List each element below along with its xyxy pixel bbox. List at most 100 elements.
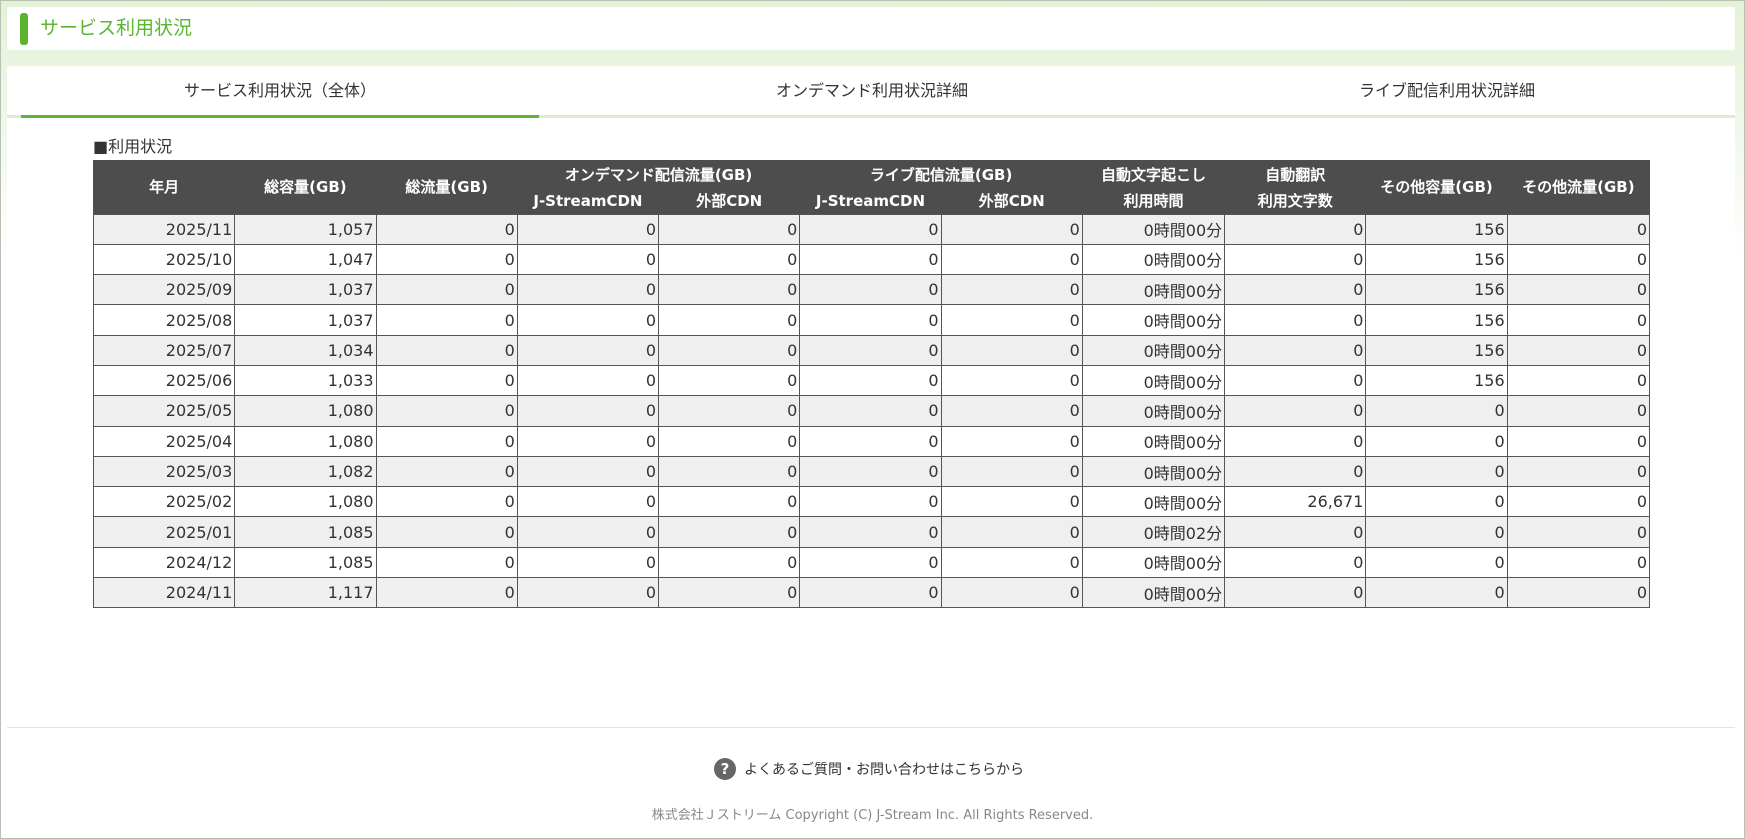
- table-cell: 0: [799, 577, 942, 609]
- table-cell: 0: [1365, 455, 1508, 488]
- table-cell: 0: [940, 425, 1083, 457]
- table-cell: 0時間00分: [1081, 364, 1226, 397]
- table-row: 2025/07 1,034 0 0 0 0 0 0時間00分 0 156 0: [92, 334, 1651, 366]
- table-cell: 0: [658, 546, 801, 579]
- table-cell: 0時間02分: [1081, 516, 1226, 548]
- table-row: 2025/05 1,080 0 0 0 0 0 0時間00分 0 0 0: [92, 395, 1651, 427]
- table-cell: 0: [799, 546, 942, 579]
- table-cell: 0: [1224, 395, 1367, 427]
- usage-table-body: 2025/11 1,057 0 0 0 0 0 0時間00分 0 156 0 2025/10 1,047…: [92, 213, 1651, 609]
- table-row: 2025/01 1,085 0 0 0 0 0 0時間02分 0 0 0: [92, 516, 1651, 548]
- table-cell: 0: [375, 304, 518, 336]
- table-cell: 0: [940, 455, 1083, 488]
- section-label: ■利用状況: [93, 137, 173, 156]
- tab-live-usage-detail[interactable]: ライブ配信利用状況詳細: [1177, 66, 1717, 118]
- table-cell: 0: [940, 213, 1083, 245]
- table-cell: 0時間00分: [1081, 425, 1226, 457]
- table-cell: 0: [375, 213, 518, 245]
- table-cell: 1,080: [234, 395, 377, 427]
- table-cell: 0: [1506, 395, 1651, 427]
- table-cell: 0: [516, 546, 660, 579]
- table-cell: 0: [1506, 546, 1651, 579]
- table-cell: 0: [799, 425, 942, 457]
- table-cell: 0: [658, 395, 801, 427]
- table-cell: 0: [1224, 455, 1367, 488]
- table-cell: 1,033: [234, 364, 377, 397]
- table-cell: 1,037: [234, 304, 377, 336]
- table-cell: 0: [375, 334, 518, 366]
- table-cell: 156: [1365, 213, 1508, 245]
- table-cell: 0: [658, 516, 801, 548]
- table-cell: 0: [1506, 486, 1651, 518]
- help-link[interactable]: ? よくあるご質問・お問い合わせはこちらから: [714, 758, 1024, 780]
- table-cell: 0: [1224, 243, 1367, 276]
- table-cell: 0: [1224, 304, 1367, 336]
- table-cell: 0: [1506, 425, 1651, 457]
- table-row: 2025/06 1,033 0 0 0 0 0 0時間00分 0 156 0: [92, 364, 1651, 397]
- table-cell: 0: [516, 577, 660, 609]
- table-row: 2025/04 1,080 0 0 0 0 0 0時間00分 0 0 0: [92, 425, 1651, 457]
- column-header-transcription: 自動文字起こし: [1081, 160, 1226, 188]
- table-cell: 0時間00分: [1081, 243, 1226, 276]
- table-cell: 1,085: [234, 546, 377, 579]
- table-cell: 0: [1365, 486, 1508, 518]
- table-cell: 0: [375, 516, 518, 548]
- table-cell: 0: [658, 213, 801, 245]
- usage-table: 年月 総容量(GB) 総流量(GB) オンデマンド配信流量(GB) ライブ配信流…: [92, 160, 1651, 609]
- table-cell: 0: [799, 334, 942, 366]
- table-cell: 0: [1506, 516, 1651, 548]
- table-cell: 0: [799, 455, 942, 488]
- table-cell: 156: [1365, 304, 1508, 336]
- table-cell: 0時間00分: [1081, 486, 1226, 518]
- table-cell: 1,082: [234, 455, 377, 488]
- table-cell: 2025/08: [92, 304, 236, 336]
- table-cell: 0: [516, 213, 660, 245]
- table-cell: 0: [516, 364, 660, 397]
- table-cell: 1,037: [234, 274, 377, 306]
- table-cell: 1,034: [234, 334, 377, 366]
- column-header-live-jstream-cdn: J-StreamCDN: [799, 188, 942, 214]
- column-header-translation-chars: 利用文字数: [1224, 188, 1367, 214]
- question-circle-icon: ?: [714, 758, 736, 780]
- header-accent-bar: [20, 13, 28, 45]
- table-cell: 26,671: [1224, 486, 1367, 518]
- table-cell: 1,080: [234, 486, 377, 518]
- table-cell: 0: [940, 243, 1083, 276]
- tab-ondemand-usage-detail[interactable]: オンデマンド利用状況詳細: [602, 66, 1142, 118]
- table-row: 2025/10 1,047 0 0 0 0 0 0時間00分 0 156 0: [92, 243, 1651, 276]
- table-cell: 2025/11: [92, 213, 236, 245]
- table-cell: 0: [375, 455, 518, 488]
- table-cell: 0: [1506, 213, 1651, 245]
- table-cell: 0時間00分: [1081, 455, 1226, 488]
- column-header-transcription-time: 利用時間: [1081, 188, 1226, 214]
- table-cell: 0: [799, 304, 942, 336]
- table-cell: 0時間00分: [1081, 334, 1226, 366]
- table-cell: 0: [375, 486, 518, 518]
- column-header-live: ライブ配信流量(GB): [799, 160, 1083, 188]
- table-cell: 1,085: [234, 516, 377, 548]
- table-cell: 0: [1224, 334, 1367, 366]
- table-row: 2025/09 1,037 0 0 0 0 0 0時間00分 0 156 0: [92, 274, 1651, 306]
- table-cell: 0: [516, 486, 660, 518]
- table-cell: 2024/12: [92, 546, 236, 579]
- tab-service-usage-overall[interactable]: サービス利用状況（全体）: [21, 66, 539, 118]
- table-cell: 0: [375, 577, 518, 609]
- table-cell: 0時間00分: [1081, 304, 1226, 336]
- table-cell: 0: [1224, 274, 1367, 306]
- table-cell: 0: [516, 304, 660, 336]
- table-cell: 0: [1365, 577, 1508, 609]
- table-cell: 0: [1224, 516, 1367, 548]
- table-cell: 0: [940, 334, 1083, 366]
- table-cell: 0: [375, 274, 518, 306]
- table-cell: 0時間00分: [1081, 274, 1226, 306]
- help-link-text: よくあるご質問・お問い合わせはこちらから: [744, 762, 1024, 778]
- table-cell: 0: [375, 546, 518, 579]
- column-header-live-external-cdn: 外部CDN: [940, 188, 1083, 214]
- table-cell: 0: [940, 546, 1083, 579]
- table-cell: 156: [1365, 334, 1508, 366]
- table-cell: 0: [1224, 213, 1367, 245]
- table-cell: 0: [658, 274, 801, 306]
- table-cell: 0: [375, 395, 518, 427]
- table-cell: 0: [1506, 243, 1651, 276]
- table-cell: 0: [940, 364, 1083, 397]
